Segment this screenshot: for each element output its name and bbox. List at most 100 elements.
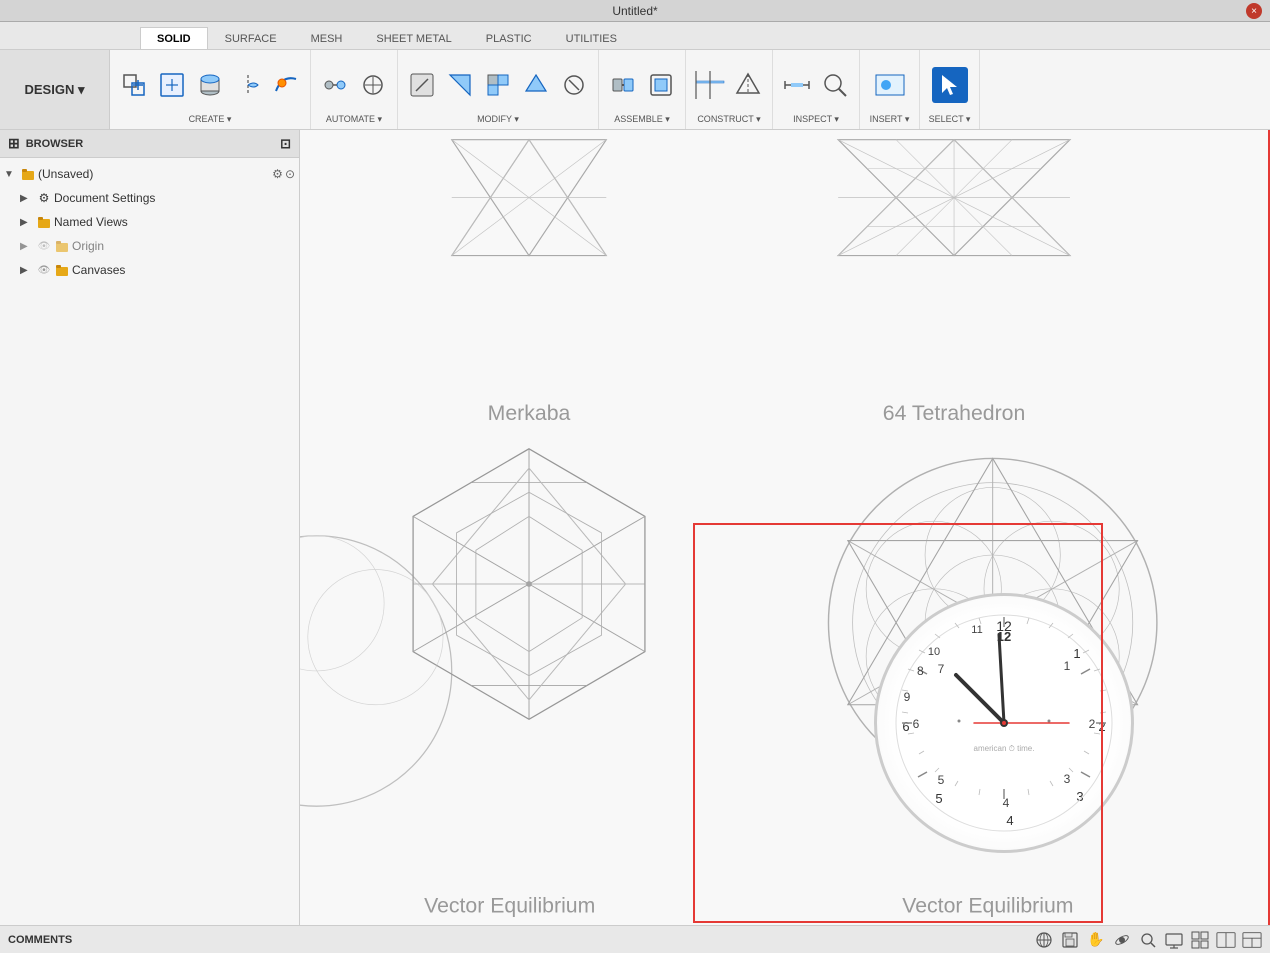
tab-sheet-metal[interactable]: SHEET METAL — [359, 27, 468, 49]
tree-arrow-origin: ▶ — [20, 241, 34, 252]
automate-icon-2[interactable] — [355, 67, 391, 103]
browser-expand-btn[interactable]: ⊡ — [280, 136, 291, 152]
insert-icons — [872, 54, 908, 112]
svg-text:9: 9 — [904, 690, 911, 704]
canvas-content: Merkaba 64 Tetrahedron Vector Equilibriu… — [300, 130, 1270, 925]
insert-label[interactable]: INSERT ▾ — [870, 114, 910, 125]
close-button[interactable]: × — [1246, 3, 1262, 19]
status-icon-globe[interactable] — [1034, 930, 1054, 950]
tree-item-origin[interactable]: ▶ 👁 Origin — [0, 234, 299, 258]
tree-item-namedviews[interactable]: ▶ Named Views — [0, 210, 299, 234]
eye-icon-canvases: 👁 — [36, 262, 52, 278]
modify-icon-2[interactable] — [442, 67, 478, 103]
browser-tree: ▼ (Unsaved) ⚙ ⊙ ▶ ⚙ Document Settings ▶ … — [0, 158, 299, 925]
tree-arrow-docsettings: ▶ — [20, 193, 34, 204]
window-title: Untitled* — [612, 4, 657, 18]
root-extra-icon: ⊙ — [285, 167, 295, 181]
tab-plastic[interactable]: PLASTIC — [469, 27, 549, 49]
inspect-icon-2[interactable] — [817, 67, 853, 103]
tree-arrow-canvases: ▶ — [20, 265, 34, 276]
browser-header: ⊞ BROWSER ⊡ — [0, 130, 299, 158]
status-icon-save[interactable] — [1060, 930, 1080, 950]
status-icon-display1[interactable] — [1164, 930, 1184, 950]
svg-text:64 Tetrahedron: 64 Tetrahedron — [883, 401, 1026, 425]
toolbar: DESIGN ▾ CREATE ▾ — [0, 50, 1270, 130]
extrude-icon[interactable] — [192, 67, 228, 103]
svg-text:Vector Equilibrium: Vector Equilibrium — [424, 893, 595, 917]
svg-text:7: 7 — [938, 662, 945, 676]
svg-text:american ⏱ time.: american ⏱ time. — [974, 744, 1035, 753]
tab-surface[interactable]: SURFACE — [208, 27, 294, 49]
tab-utilities[interactable]: UTILITIES — [549, 27, 634, 49]
tab-solid[interactable]: SOLID — [140, 27, 208, 49]
new-component-icon[interactable] — [116, 67, 152, 103]
create-sketch-icon[interactable] — [154, 67, 190, 103]
clock-numbers-container: 12 1 2 3 4 5 6 7 8 9 10 11 american ⏱ ti… — [884, 603, 1124, 843]
select-label[interactable]: SELECT ▾ — [929, 114, 971, 125]
status-icon-grid[interactable] — [1190, 930, 1210, 950]
tree-label-canvases: Canvases — [72, 263, 125, 277]
svg-text:12: 12 — [997, 629, 1011, 644]
modify-icon-1[interactable] — [404, 67, 440, 103]
clock-face: 12 1 2 3 4 5 6 — [874, 593, 1134, 853]
construct-label[interactable]: CONSTRUCT ▾ — [697, 114, 760, 125]
modify-icons — [404, 54, 592, 112]
svg-text:6: 6 — [913, 717, 920, 731]
eye-icon: 👁 — [36, 238, 52, 254]
construct-icons — [692, 54, 766, 112]
modify-icon-3[interactable] — [480, 67, 516, 103]
svg-text:1: 1 — [1064, 659, 1071, 673]
folder-origin-icon — [54, 238, 70, 254]
main-canvas: Merkaba 64 Tetrahedron Vector Equilibriu… — [300, 130, 1270, 925]
assemble-label[interactable]: ASSEMBLE ▾ — [614, 114, 670, 125]
status-icon-search[interactable] — [1138, 930, 1158, 950]
svg-text:8: 8 — [917, 664, 924, 678]
tree-arrow-namedviews: ▶ — [20, 217, 34, 228]
tree-item-root[interactable]: ▼ (Unsaved) ⚙ ⊙ — [0, 162, 299, 186]
assemble-section: ASSEMBLE ▾ — [599, 50, 686, 129]
modify-icon-5[interactable] — [556, 67, 592, 103]
insert-icon-1[interactable] — [872, 67, 908, 103]
tab-mesh[interactable]: MESH — [294, 27, 360, 49]
assemble-icons — [605, 54, 679, 112]
status-icon-hand[interactable]: ✋ — [1086, 930, 1106, 950]
automate-icon-1[interactable] — [317, 67, 353, 103]
status-icon-panels[interactable] — [1242, 930, 1262, 950]
design-button[interactable]: DESIGN ▾ — [0, 50, 110, 129]
folder-canvases-icon — [54, 262, 70, 278]
modify-label[interactable]: MODIFY ▾ — [477, 114, 519, 125]
status-icon-layout[interactable] — [1216, 930, 1236, 950]
modify-icon-4[interactable] — [518, 67, 554, 103]
browser-panel: ⊞ BROWSER ⊡ ▼ (Unsaved) ⚙ ⊙ ▶ ⚙ Document… — [0, 130, 300, 925]
svg-text:10: 10 — [928, 646, 940, 658]
root-icon — [20, 166, 36, 182]
svg-text:2: 2 — [1089, 717, 1096, 731]
select-icon[interactable] — [932, 67, 968, 103]
sweep-icon[interactable] — [268, 67, 304, 103]
inspect-section: INSPECT ▾ — [773, 50, 860, 129]
tree-label-root: (Unsaved) — [38, 167, 270, 181]
create-icons — [116, 54, 304, 112]
assemble-icon-1[interactable] — [605, 67, 641, 103]
inspect-icon-1[interactable] — [779, 67, 815, 103]
revolve-icon[interactable] — [230, 67, 266, 103]
folder-named-views-icon — [36, 214, 52, 230]
tab-bar: SOLID SURFACE MESH SHEET METAL PLASTIC U… — [0, 22, 1270, 50]
inspect-label[interactable]: INSPECT ▾ — [793, 114, 839, 125]
tree-item-docsettings[interactable]: ▶ ⚙ Document Settings — [0, 186, 299, 210]
construct-icon-1[interactable] — [692, 67, 728, 103]
create-section: CREATE ▾ — [110, 50, 311, 129]
clock-container: 12 1 2 3 4 5 6 — [819, 523, 1189, 923]
assemble-icon-2[interactable] — [643, 67, 679, 103]
inspect-icons — [779, 54, 853, 112]
status-icon-orbit[interactable] — [1112, 930, 1132, 950]
gear-icon: ⚙ — [36, 190, 52, 206]
construct-icon-2[interactable] — [730, 67, 766, 103]
construct-section: CONSTRUCT ▾ — [686, 50, 773, 129]
automate-section: AUTOMATE ▾ — [311, 50, 398, 129]
browser-collapse-icon[interactable]: ⊞ — [8, 135, 20, 152]
tree-item-canvases[interactable]: ▶ 👁 Canvases — [0, 258, 299, 282]
create-label[interactable]: CREATE ▾ — [189, 114, 232, 125]
automate-label[interactable]: AUTOMATE ▾ — [326, 114, 382, 125]
automate-icons — [317, 54, 391, 112]
